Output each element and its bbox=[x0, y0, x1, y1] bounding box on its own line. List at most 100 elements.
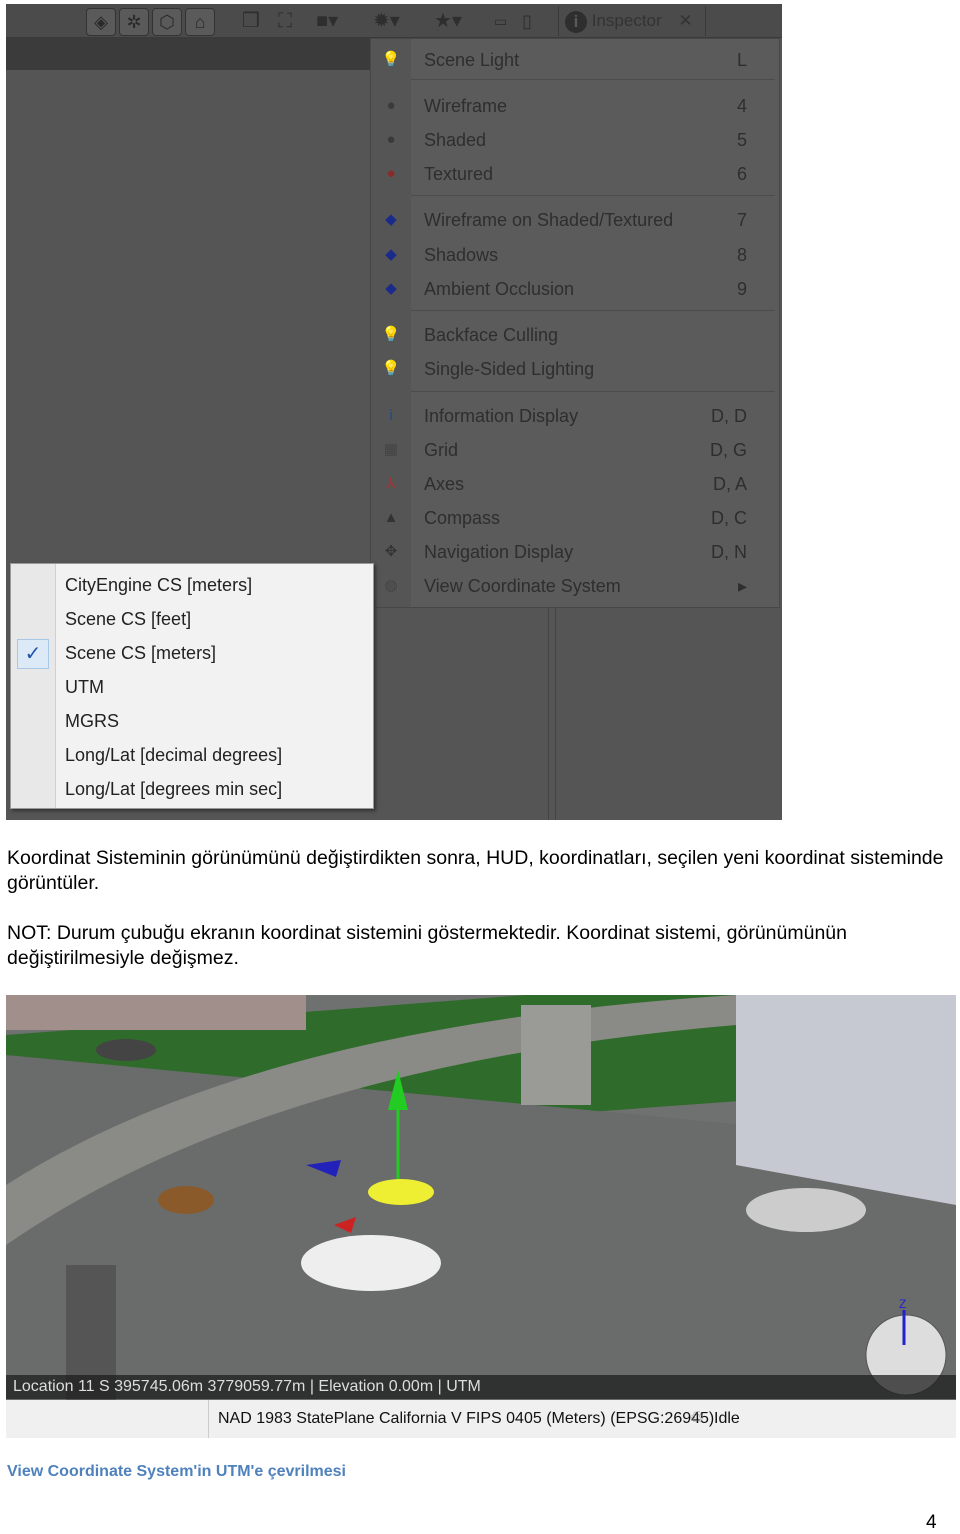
inspector-tab[interactable]: i Inspector ✕ bbox=[558, 6, 706, 36]
sphere-icon: ● bbox=[386, 97, 396, 114]
shape-icon[interactable]: ⬡ bbox=[152, 8, 182, 36]
light-icon[interactable]: ✹▾ bbox=[373, 8, 400, 34]
display-options-menu: 💡 Scene Light L ● Wireframe 4 ● Shaded 5 ● Texture… bbox=[370, 38, 780, 608]
submenu-item-label: Scene CS [feet] bbox=[65, 609, 192, 629]
menu-item-label: Axes bbox=[424, 474, 465, 494]
menu-item-label: Wireframe bbox=[424, 96, 508, 116]
grid-icon: ▦ bbox=[383, 441, 399, 458]
menu-item-ambient-occlusion[interactable]: ◆ Ambient Occlusion 9 bbox=[371, 272, 777, 306]
info-icon: i bbox=[565, 10, 587, 33]
menu-item-grid[interactable]: ▦ Grid D, G bbox=[371, 433, 777, 467]
scene-viewport-screenshot: Z Location 11 S 395745.06m 3779059.77m |… bbox=[6, 995, 956, 1438]
menu-item-scene-light[interactable]: 💡 Scene Light L bbox=[371, 43, 777, 77]
submenu-item-scene-cs-meters[interactable]: ✓ Scene CS [meters] bbox=[11, 636, 373, 670]
axes-icon: ⅄ bbox=[386, 475, 396, 492]
submenu-item-label: CityEngine CS [meters] bbox=[65, 575, 253, 595]
menu-item-label: Textured bbox=[424, 164, 494, 184]
close-icon[interactable]: ✕ bbox=[678, 11, 692, 30]
menu-item-shortcut: D, G bbox=[709, 440, 747, 460]
page-number: 4 bbox=[926, 1512, 937, 1533]
submenu-item-mgrs[interactable]: MGRS bbox=[11, 704, 373, 738]
menu-item-label: Grid bbox=[424, 440, 459, 460]
menu-item-shortcut: 4 bbox=[736, 96, 747, 116]
status-bar: NAD 1983 StatePlane California V FIPS 04… bbox=[6, 1400, 956, 1438]
submenu-item-label: Long/Lat [decimal degrees] bbox=[65, 745, 283, 765]
bookmark-icon[interactable]: ★▾ bbox=[434, 8, 462, 34]
menu-item-shortcut: D, A bbox=[712, 474, 747, 494]
menu-item-label: Wireframe on Shaded/Textured bbox=[424, 210, 674, 230]
minimize-icon[interactable]: ▭ bbox=[494, 8, 507, 34]
menu-item-information-display[interactable]: i Information Display D, D bbox=[371, 399, 777, 433]
menu-separator bbox=[411, 310, 775, 311]
textured-sphere-icon: ● bbox=[386, 165, 396, 182]
network-icon[interactable]: ✲ bbox=[119, 8, 149, 36]
submenu-item-cityengine-cs-meters[interactable]: CityEngine CS [meters] bbox=[11, 568, 373, 602]
menu-item-textured[interactable]: ● Textured 6 bbox=[371, 157, 777, 191]
bridge-pillar bbox=[521, 1005, 591, 1105]
maximize-icon[interactable]: ▯ bbox=[522, 8, 532, 34]
menu-item-label: Shaded bbox=[424, 130, 487, 150]
viewport-toolbar: ◈ ✲ ⬡ ⌂ ❒ ⛶ ■▾ ✹▾ ★▾ ▭ ▯ i Inspector ✕ bbox=[6, 4, 782, 38]
globe-icon: ◍ bbox=[384, 577, 398, 594]
bulb-icon: 💡 bbox=[381, 51, 401, 68]
cube-icon: ◆ bbox=[385, 246, 397, 263]
menu-separator bbox=[411, 391, 775, 392]
checkmark-icon: ✓ bbox=[17, 639, 49, 669]
figure-caption: View Coordinate System'in UTM'e çevrilme… bbox=[7, 1463, 346, 1480]
menu-item-shaded[interactable]: ● Shaded 5 bbox=[371, 123, 777, 157]
submenu-item-label: MGRS bbox=[65, 711, 119, 731]
menu-item-label: Information Display bbox=[424, 406, 579, 426]
status-activity-icon: ♲ bbox=[690, 1410, 705, 1427]
menu-item-compass[interactable]: ▲ Compass D, C bbox=[371, 501, 777, 535]
objects-icon[interactable]: ❒ bbox=[242, 8, 260, 34]
viewport-header bbox=[6, 38, 370, 70]
camera-icon[interactable]: ■▾ bbox=[316, 8, 338, 34]
bulb-icon: 💡 bbox=[381, 360, 401, 377]
info-icon: i bbox=[389, 407, 393, 424]
menu-item-wireframe-on-shaded-textured[interactable]: ◆ Wireframe on Shaded/Textured 7 bbox=[371, 203, 777, 237]
car-brown bbox=[158, 1186, 214, 1214]
cityengine-screenshot: ◈ ✲ ⬡ ⌂ ❒ ⛶ ■▾ ✹▾ ★▾ ▭ ▯ i Inspector ✕ 💡… bbox=[6, 4, 782, 820]
menu-item-shortcut: D, N bbox=[711, 542, 747, 562]
menu-item-label: Single-Sided Lighting bbox=[424, 359, 595, 379]
pane-divider bbox=[548, 604, 556, 820]
menu-item-label: Navigation Display bbox=[424, 542, 574, 562]
submenu-item-label: Scene CS [meters] bbox=[65, 643, 217, 663]
menu-item-backface-culling[interactable]: 💡 Backface Culling bbox=[371, 318, 777, 352]
cube-icon: ◆ bbox=[385, 280, 397, 297]
coordinate-system-submenu: CityEngine CS [meters] Scene CS [feet] ✓ Sc… bbox=[10, 563, 374, 809]
menu-item-label: Ambient Occlusion bbox=[424, 279, 575, 299]
hud-info-display: Location 11 S 395745.06m 3779059.77m | E… bbox=[6, 1375, 956, 1399]
menu-item-shadows[interactable]: ◆ Shadows 8 bbox=[371, 238, 777, 272]
submenu-item-long-lat-degrees-min-sec[interactable]: Long/Lat [degrees min sec] bbox=[11, 772, 373, 806]
navigation-icon: ✥ bbox=[384, 543, 398, 560]
layer-icon[interactable]: ◈ bbox=[86, 8, 116, 36]
submenu-item-scene-cs-feet[interactable]: Scene CS [feet] bbox=[11, 602, 373, 636]
menu-item-label: Scene Light bbox=[424, 50, 520, 70]
menu-item-wireframe[interactable]: ● Wireframe 4 bbox=[371, 89, 777, 123]
menu-item-view-coordinate-system[interactable]: ◍ View Coordinate System ▸ bbox=[371, 569, 777, 603]
menu-item-label: View Coordinate System bbox=[424, 576, 621, 596]
model-icon[interactable]: ⌂ bbox=[185, 8, 215, 36]
axis-label: Z bbox=[899, 1297, 906, 1311]
paragraph-note: NOT: Durum çubuğu ekranın koordinat sist… bbox=[7, 922, 847, 969]
status-state: Idle bbox=[714, 1410, 740, 1427]
menu-item-navigation-display[interactable]: ✥ Navigation Display D, N bbox=[371, 535, 777, 569]
car-white bbox=[301, 1235, 441, 1291]
submenu-item-long-lat-decimal-degrees[interactable]: Long/Lat [decimal degrees] bbox=[11, 738, 373, 772]
menu-item-shortcut: ▸ bbox=[737, 576, 747, 596]
frame-icon[interactable]: ⛶ bbox=[278, 8, 292, 34]
submenu-item-label: Long/Lat [degrees min sec] bbox=[65, 779, 283, 799]
status-coordinate-system: NAD 1983 StatePlane California V FIPS 04… bbox=[218, 1410, 715, 1427]
cube-icon: ◆ bbox=[385, 211, 397, 228]
hud-text: Location 11 S 395745.06m 3779059.77m | E… bbox=[13, 1378, 481, 1395]
building bbox=[6, 995, 306, 1030]
menu-item-axes[interactable]: ⅄ Axes D, A bbox=[371, 467, 777, 501]
car-silver bbox=[746, 1188, 866, 1232]
submenu-item-utm[interactable]: UTM bbox=[11, 670, 373, 704]
bulb-icon: 💡 bbox=[381, 326, 401, 343]
menu-item-shortcut: 8 bbox=[736, 245, 747, 265]
menu-item-label: Backface Culling bbox=[424, 325, 559, 345]
menu-item-single-sided-lighting[interactable]: 💡 Single-Sided Lighting bbox=[371, 352, 777, 386]
menu-item-label: Shadows bbox=[424, 245, 499, 265]
